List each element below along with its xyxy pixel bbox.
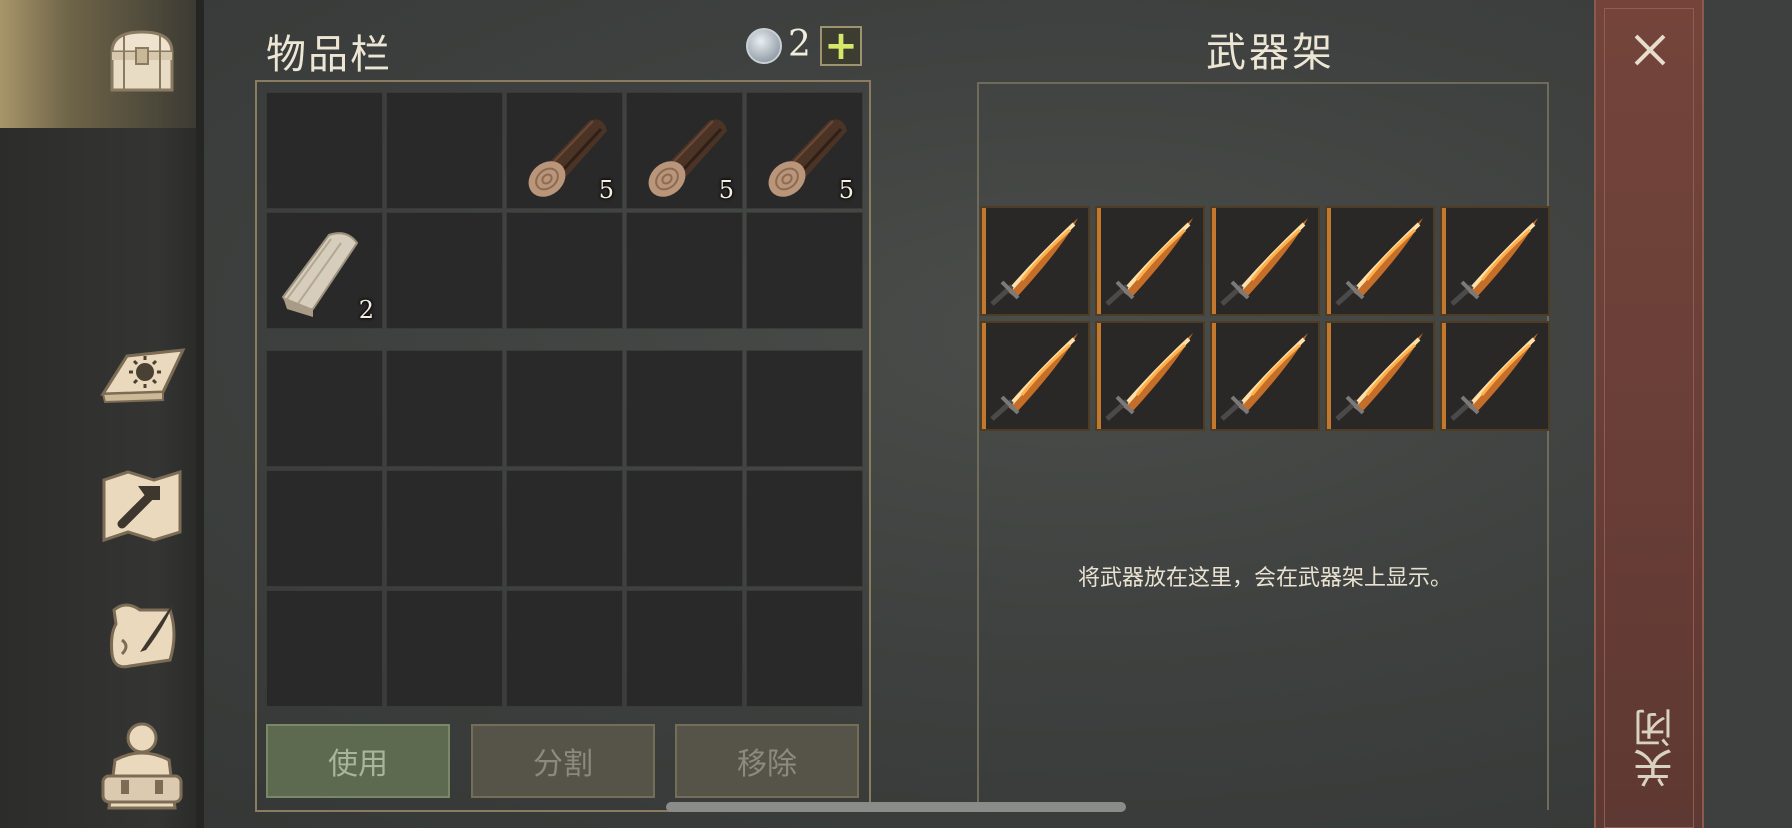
slot-count: 5: [838, 176, 854, 204]
weapon-rack-slot[interactable]: [980, 321, 1090, 431]
map-hammer-icon: [102, 469, 182, 543]
flaming-sword-icon: [1450, 333, 1538, 421]
sidebar-item-inventory[interactable]: [96, 16, 188, 108]
close-icon[interactable]: [1630, 30, 1670, 70]
weapon-rack-frame: [977, 82, 1549, 810]
flaming-sword-icon: [1335, 218, 1423, 306]
weapon-rack-slot[interactable]: [1095, 321, 1205, 431]
inventory-slot[interactable]: [626, 590, 743, 707]
slot-count: 5: [598, 176, 614, 204]
close-label[interactable]: 关闭: [1628, 708, 1686, 788]
horizontal-scrollbar[interactable]: [666, 802, 1126, 812]
inventory-slot[interactable]: [266, 92, 383, 209]
inventory-slot[interactable]: [506, 350, 623, 467]
inventory-title: 物品栏: [266, 32, 392, 78]
weapon-rack-slot[interactable]: [980, 206, 1090, 316]
inventory-slot[interactable]: [746, 470, 863, 587]
close-panel[interactable]: [1594, 0, 1704, 828]
sidebar-item-crafting[interactable]: [96, 460, 188, 552]
weapon-rack-slot[interactable]: [1325, 206, 1435, 316]
inventory-slot[interactable]: [266, 470, 383, 587]
flaming-sword-icon: [1220, 218, 1308, 306]
inventory-slot[interactable]: [746, 212, 863, 329]
inventory-slot[interactable]: [386, 92, 503, 209]
flaming-sword-icon: [1105, 333, 1193, 421]
sidebar-rail: [196, 0, 204, 828]
weapon-rack-slot[interactable]: [1210, 206, 1320, 316]
inventory-slot[interactable]: [746, 350, 863, 467]
currency-count: 2: [788, 24, 811, 65]
weapon-rack-slot[interactable]: [1440, 206, 1550, 316]
inventory-slot[interactable]: [266, 350, 383, 467]
flaming-sword-icon: [1105, 218, 1193, 306]
add-currency-button[interactable]: +: [820, 26, 862, 66]
use-button[interactable]: 使用: [266, 724, 450, 798]
flaming-sword-icon: [1450, 218, 1538, 306]
weapon-rack-title: 武器架: [1206, 30, 1335, 76]
right-background-strip: [1704, 0, 1792, 828]
slot-count: 2: [358, 296, 374, 324]
sidebar-item-quests[interactable]: [96, 590, 188, 682]
sidebar-item-journal[interactable]: [96, 330, 188, 422]
flaming-sword-icon: [1220, 333, 1308, 421]
inventory-slot[interactable]: [506, 470, 623, 587]
inventory-slot[interactable]: [626, 350, 743, 467]
remove-button[interactable]: 移除: [675, 724, 859, 798]
character-backpack-icon: [101, 722, 183, 810]
weapon-rack-slot[interactable]: [1095, 206, 1205, 316]
inventory-slot[interactable]: 2: [266, 212, 383, 329]
chest-icon: [110, 30, 174, 92]
inventory-slot[interactable]: 5: [746, 92, 863, 209]
inventory-slot[interactable]: [746, 590, 863, 707]
inventory-slot[interactable]: [386, 470, 503, 587]
weapon-rack-slot[interactable]: [1440, 321, 1550, 431]
inventory-slot[interactable]: [626, 212, 743, 329]
flaming-sword-icon: [1335, 333, 1423, 421]
inventory-slot[interactable]: 5: [506, 92, 623, 209]
inventory-slot[interactable]: [506, 212, 623, 329]
slot-count: 5: [718, 176, 734, 204]
sun-book-icon: [100, 348, 186, 404]
inventory-slot[interactable]: [506, 590, 623, 707]
split-button[interactable]: 分割: [471, 724, 655, 798]
flaming-sword-icon: [990, 218, 1078, 306]
scroll-quill-icon: [110, 602, 176, 669]
weapon-rack-slot[interactable]: [1325, 321, 1435, 431]
inventory-slot[interactable]: 5: [626, 92, 743, 209]
inventory-slot[interactable]: [386, 590, 503, 707]
sidebar-item-character[interactable]: [96, 720, 188, 812]
weapon-rack-hint: 将武器放在这里，会在武器架上显示。: [1077, 566, 1452, 591]
inventory-slot[interactable]: [266, 590, 383, 707]
inventory-slot[interactable]: [386, 350, 503, 467]
weapon-rack-slot[interactable]: [1210, 321, 1320, 431]
inventory-slot[interactable]: [626, 470, 743, 587]
flaming-sword-icon: [990, 333, 1078, 421]
silver-coin-icon: [746, 28, 782, 64]
inventory-slot[interactable]: [386, 212, 503, 329]
